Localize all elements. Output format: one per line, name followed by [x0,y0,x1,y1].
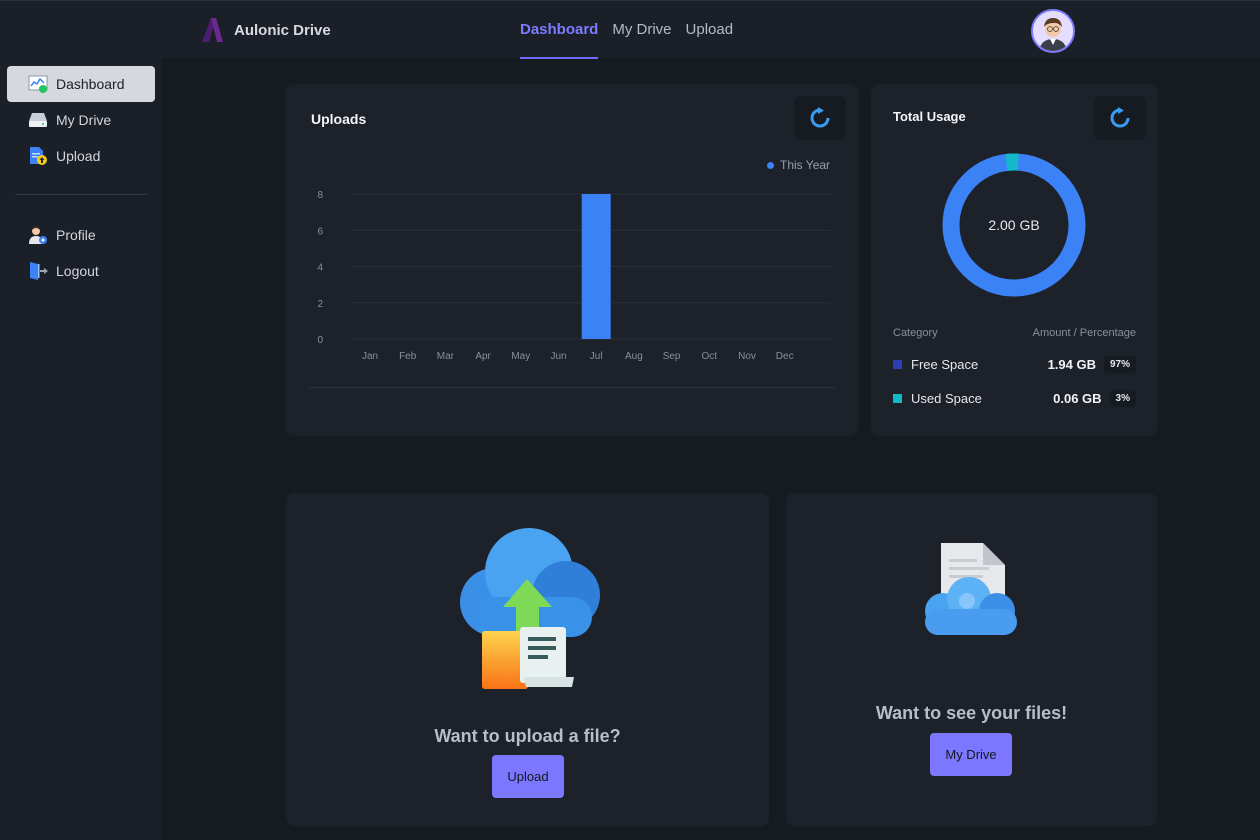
usage-title: Total Usage [893,109,966,124]
usage-percent-badge: 97% [1103,355,1136,373]
uploads-bar-chart: 0 2 4 6 8 Jan Feb Mar Apr May Jun Jul Aug Sep Oct Nov De… [317,190,831,362]
x-tick-label: Oct [702,351,718,362]
top-nav-upload[interactable]: Upload [686,1,734,59]
uploads-refresh-button[interactable] [794,96,846,140]
usage-card: Total Usage 2.00 GB Category Amount / Pe… [871,84,1158,436]
upload-promo-text: Want to upload a file? [434,726,621,746]
sidebar: Dashboard My Drive Upload Profile Logout [0,58,162,840]
x-tick-label: Feb [399,351,417,362]
top-nav: Dashboard My Drive Upload [520,1,733,59]
uploads-card: Uploads This Year 0 2 4 6 8 Jan Feb Mar Apr May Ju… [285,84,858,436]
usage-refresh-button[interactable] [1094,96,1146,140]
sidebar-item-label: My Drive [56,112,112,128]
usage-amount: 1.94 GB [1047,356,1096,372]
x-tick-label: Apr [475,351,491,362]
used-space-swatch [893,393,902,403]
y-tick-label: 0 [317,335,323,346]
refresh-icon [1110,107,1130,128]
profile-icon [29,226,47,244]
sidebar-item-label: Profile [56,227,96,243]
x-tick-label: Jun [550,351,566,362]
chart-divider [309,387,835,388]
chart-legend: This Year [767,158,830,172]
usage-row-used: Used Space 0.06 GB 3% [893,387,1136,409]
sidebar-item-upload[interactable]: Upload [7,138,155,174]
top-nav-my-drive[interactable]: My Drive [612,1,671,59]
usage-donut-chart: 2.00 GB [942,153,1086,297]
usage-category: Used Space [911,390,982,406]
y-tick-label: 6 [317,226,323,237]
x-tick-label: Sep [663,351,681,362]
sidebar-item-profile[interactable]: Profile [7,217,155,253]
brand-logo-icon [202,18,223,42]
usage-percent-badge: 3% [1109,389,1136,407]
refresh-icon [810,107,830,128]
drive-icon [29,113,47,127]
legend-dot-icon [767,161,774,169]
x-tick-label: May [511,351,530,362]
x-tick-label: Dec [776,351,794,362]
brand-name: Aulonic Drive [234,21,331,39]
sidebar-item-label: Dashboard [56,76,125,92]
sidebar-divider [15,194,147,195]
usage-category: Free Space [911,356,979,372]
avatar-icon [1033,11,1073,51]
usage-header-amount: Amount / Percentage [1032,327,1136,339]
y-tick-label: 4 [317,263,323,274]
upload-promo-card: Want to upload a file? Upload [286,493,769,826]
user-avatar[interactable] [1031,9,1075,53]
y-tick-label: 8 [317,190,323,201]
usage-amount: 0.06 GB [1053,390,1102,406]
x-tick-label: Nov [738,351,756,362]
bar-jul[interactable] [581,194,611,339]
upload-file-icon [30,147,47,165]
x-tick-label: Jan [362,351,378,362]
sidebar-item-logout[interactable]: Logout [7,253,155,289]
x-tick-label: Mar [437,351,455,362]
top-nav-dashboard[interactable]: Dashboard [520,1,599,59]
drive-promo-card: Want to see your files! My Drive [786,493,1157,826]
x-tick-label: Jul [590,351,603,362]
x-tick-label: Aug [625,351,643,362]
upload-button[interactable]: Upload [492,755,564,798]
top-bar: Aulonic Drive Dashboard My Drive Upload [0,0,1260,59]
donut-center-label: 2.00 GB [988,217,1039,233]
usage-header-category: Category [893,327,938,339]
sidebar-item-dashboard[interactable]: Dashboard [7,66,155,102]
sidebar-item-my-drive[interactable]: My Drive [7,102,155,138]
logout-icon [30,262,48,280]
drive-promo-text: Want to see your files! [875,703,1068,723]
uploads-title: Uploads [311,111,367,127]
brand[interactable]: Aulonic Drive [202,18,331,42]
y-tick-label: 2 [317,299,323,310]
dashboard-icon [28,75,48,93]
legend-label: This Year [780,158,831,172]
usage-row-free: Free Space 1.94 GB 97% [893,353,1136,375]
cloud-upload-illustration-icon [460,528,600,689]
sidebar-item-label: Logout [56,263,99,279]
my-drive-button[interactable]: My Drive [930,733,1012,776]
free-space-swatch [893,359,902,369]
sidebar-item-label: Upload [56,148,101,164]
cloud-files-illustration-icon [925,543,1017,635]
